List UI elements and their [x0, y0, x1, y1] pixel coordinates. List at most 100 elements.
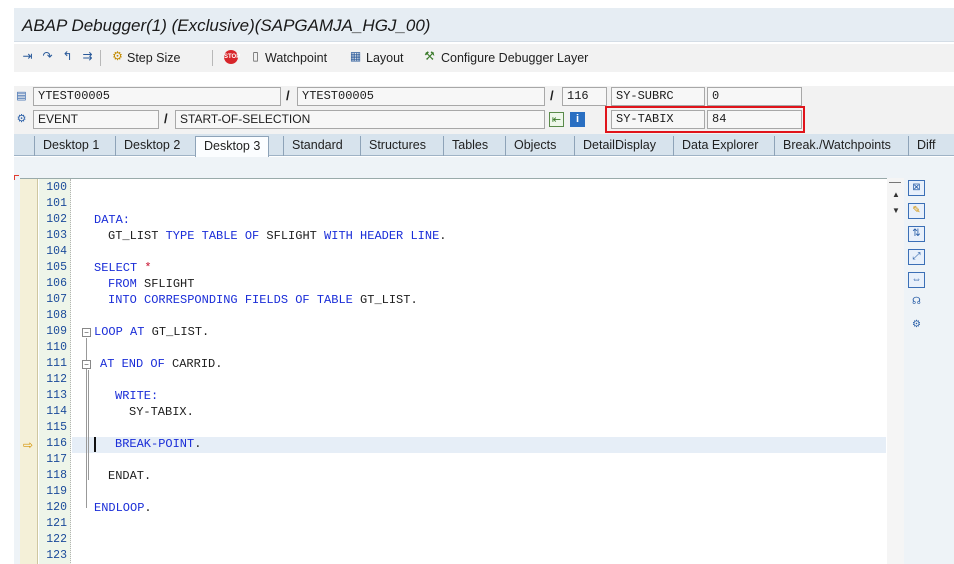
services-icon[interactable]: ☊ — [908, 295, 925, 311]
watchpoint-icon: ▯ — [252, 49, 259, 63]
close-tool-icon[interactable]: ⊠ — [908, 180, 925, 196]
code-line-105: SELECT * — [94, 261, 152, 275]
code-line-116: BREAK-POINT. — [115, 437, 202, 451]
event-icon: ⚙ — [16, 113, 27, 125]
line-number: 119 — [46, 485, 67, 498]
include-field[interactable]: YTEST00005 — [297, 87, 545, 106]
configure-debugger-layer-button[interactable]: Configure Debugger Layer — [441, 51, 588, 65]
window-title: ABAP Debugger(1) (Exclusive)(SAPGAMJA_HG… — [22, 16, 431, 35]
source-code-editor[interactable]: 100 101 102 103 104 105 106 107 108 109 … — [20, 178, 887, 564]
tab-tables[interactable]: Tables — [443, 136, 496, 156]
line-number: 112 — [46, 373, 67, 386]
tab-standard[interactable]: Standard — [283, 136, 351, 156]
toolbar-separator — [212, 50, 213, 66]
line-number: 116 — [46, 437, 67, 450]
step-size-button[interactable]: Step Size — [127, 51, 181, 65]
title-bar: ABAP Debugger(1) (Exclusive)(SAPGAMJA_HG… — [14, 8, 954, 42]
code-line-103: GT_LIST TYPE TABLE OF SFLIGHT WITH HEADE… — [108, 229, 447, 243]
line-number: 113 — [46, 389, 67, 402]
swap-icon[interactable]: ⇔ — [908, 272, 925, 288]
line-number: 120 — [46, 501, 67, 514]
line-number: 121 — [46, 517, 67, 530]
event-name-field[interactable]: START-OF-SELECTION — [175, 110, 545, 129]
toolbar: ⇥ ↷ ↰ ⇉ ⚙ Step Size STOP ▯ Watchpoint ▦ … — [14, 44, 954, 72]
tool-sidebar: ⊠ ✎ ⇅ ⤢ ⇔ ☊ ⚙ — [906, 178, 928, 348]
return-icon[interactable]: ↰ — [60, 49, 75, 64]
navigate-icon[interactable]: ⇤ — [549, 112, 564, 127]
line-number: 103 — [46, 229, 67, 242]
info-icon[interactable]: i — [570, 112, 585, 127]
code-line-111: AT END OF CARRID. — [100, 357, 223, 371]
line-number: 100 — [46, 181, 67, 194]
toolbar-separator — [100, 50, 101, 66]
breakpoint-gutter[interactable] — [20, 179, 38, 564]
line-number: 104 — [46, 245, 67, 258]
new-tool-icon[interactable]: ✎ — [908, 203, 925, 219]
sy-subrc-value[interactable]: 0 — [707, 87, 802, 106]
step-size-icon: ⚙ — [112, 49, 123, 63]
settings-icon[interactable]: ⚙ — [908, 318, 925, 334]
code-line-114: SY-TABIX. — [129, 405, 194, 419]
line-number: 108 — [46, 309, 67, 322]
step-into-icon[interactable]: ⇥ — [20, 49, 35, 64]
variable-bar: ▤ YTEST00005 / YTEST00005 / 116 SY-SUBRC… — [14, 86, 954, 134]
tab-diff[interactable]: Diff — [908, 136, 944, 156]
tab-structures[interactable]: Structures — [360, 136, 434, 156]
line-numbers: 100 101 102 103 104 105 106 107 108 109 … — [39, 179, 71, 564]
line-number: 106 — [46, 277, 67, 290]
code-line-109: LOOP AT GT_LIST. — [94, 325, 210, 339]
configure-layer-icon: ⚒ — [424, 49, 435, 63]
line-number: 123 — [46, 549, 67, 562]
tab-strip: Desktop 1 Desktop 2 Desktop 3 Standard S… — [14, 134, 954, 157]
line-number: 118 — [46, 469, 67, 482]
program-field[interactable]: YTEST00005 — [33, 87, 281, 106]
separator-slash: / — [286, 88, 290, 103]
line-field[interactable]: 116 — [562, 87, 607, 106]
vertical-scrollbar[interactable]: ▲ ▼ — [887, 178, 904, 564]
line-number: 102 — [46, 213, 67, 226]
layout-button[interactable]: Layout — [366, 51, 404, 65]
line-number: 109 — [46, 325, 67, 338]
event-type-field[interactable]: EVENT — [33, 110, 159, 129]
maximize-icon[interactable]: ⤢ — [908, 249, 925, 265]
line-number: 101 — [46, 197, 67, 210]
code-line-118: ENDAT. — [108, 469, 152, 483]
line-number: 105 — [46, 261, 67, 274]
corner-marker — [14, 175, 19, 180]
fold-toggle[interactable]: − — [82, 360, 91, 369]
code-line-120: ENDLOOP. — [94, 501, 152, 515]
code-line-106: FROM SFLIGHT — [108, 277, 195, 291]
watchpoint-button[interactable]: Watchpoint — [265, 51, 327, 65]
line-number: 110 — [46, 341, 67, 354]
separator-slash: / — [550, 88, 554, 103]
code-line-113: WRITE: — [115, 389, 159, 403]
scroll-up-icon[interactable]: ▲ — [892, 190, 900, 199]
code-line-107: INTO CORRESPONDING FIELDS OF TABLE GT_LI… — [108, 293, 418, 307]
tab-desktop-1[interactable]: Desktop 1 — [34, 136, 107, 156]
line-number: 114 — [46, 405, 67, 418]
line-number: 111 — [46, 357, 67, 370]
tab-desktop-3[interactable]: Desktop 3 — [195, 136, 270, 157]
sy-subrc-label: SY-SUBRC — [611, 87, 705, 106]
current-line-arrow-icon: ⇨ — [23, 438, 34, 452]
line-number: 115 — [46, 421, 67, 434]
tab-detail-display[interactable]: DetailDisplay — [574, 136, 664, 156]
tab-objects[interactable]: Objects — [505, 136, 564, 156]
layout-icon: ▦ — [349, 49, 362, 63]
scroll-down-icon[interactable]: ▼ — [892, 206, 900, 215]
tab-break-watchpoints[interactable]: Break./Watchpoints — [774, 136, 899, 156]
stop-icon[interactable]: STOP — [224, 50, 240, 64]
continue-icon[interactable]: ⇉ — [80, 49, 95, 64]
step-over-icon[interactable]: ↷ — [40, 49, 55, 64]
tab-data-explorer[interactable]: Data Explorer — [673, 136, 766, 156]
fold-toggle[interactable]: − — [82, 328, 91, 337]
line-number: 107 — [46, 293, 67, 306]
code-line-102: DATA: — [94, 213, 131, 227]
text-cursor — [94, 437, 96, 452]
scroll-top-marker — [889, 182, 901, 183]
tab-desktop-2[interactable]: Desktop 2 — [115, 136, 188, 156]
highlight-box — [605, 106, 805, 133]
replace-tool-icon[interactable]: ⇅ — [908, 226, 925, 242]
program-icon: ▤ — [16, 90, 27, 102]
line-number: 122 — [46, 533, 67, 546]
